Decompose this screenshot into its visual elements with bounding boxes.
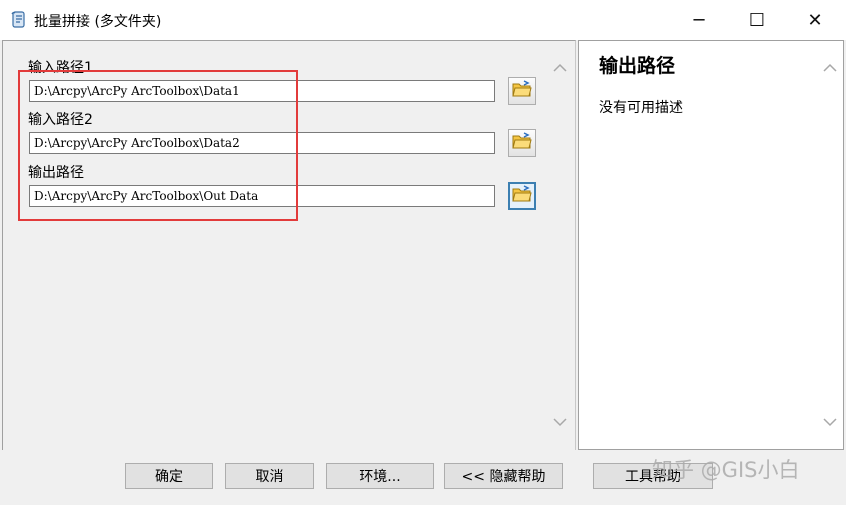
scroll-down-icon[interactable] — [821, 413, 839, 431]
toolbox-script-icon — [10, 10, 28, 30]
browse-output-path-button[interactable] — [508, 182, 536, 210]
open-folder-icon — [512, 80, 532, 102]
browse-input-path-2-button[interactable] — [508, 129, 536, 157]
open-folder-icon — [512, 185, 532, 207]
cancel-button[interactable]: 取消 — [225, 463, 314, 489]
scroll-down-icon[interactable] — [551, 413, 569, 431]
open-folder-icon — [512, 132, 532, 154]
minimize-button[interactable]: ─ — [670, 0, 728, 40]
help-pane: 输出路径 没有可用描述 — [578, 40, 844, 450]
highlight-frame — [18, 70, 298, 221]
watermark: 知乎 @GIS小白 — [652, 458, 800, 482]
scroll-up-icon[interactable] — [821, 59, 839, 77]
window-title: 批量拼接 (多文件夹) — [34, 14, 162, 30]
parameters-pane: 输入路径1 D:\Arcpy\ArcPy ArcToolbox\Data1 输入… — [2, 40, 576, 451]
environments-button[interactable]: 环境... — [326, 463, 434, 489]
help-description: 没有可用描述 — [599, 100, 683, 116]
hide-help-button[interactable]: << 隐藏帮助 — [444, 463, 563, 489]
title-bar: 批量拼接 (多文件夹) ─ ☐ ✕ — [0, 0, 846, 40]
scroll-up-icon[interactable] — [551, 59, 569, 77]
maximize-button[interactable]: ☐ — [728, 0, 786, 40]
help-title: 输出路径 — [599, 55, 676, 77]
close-button[interactable]: ✕ — [786, 0, 844, 40]
ok-button[interactable]: 确定 — [125, 463, 213, 489]
browse-input-path-1-button[interactable] — [508, 77, 536, 105]
